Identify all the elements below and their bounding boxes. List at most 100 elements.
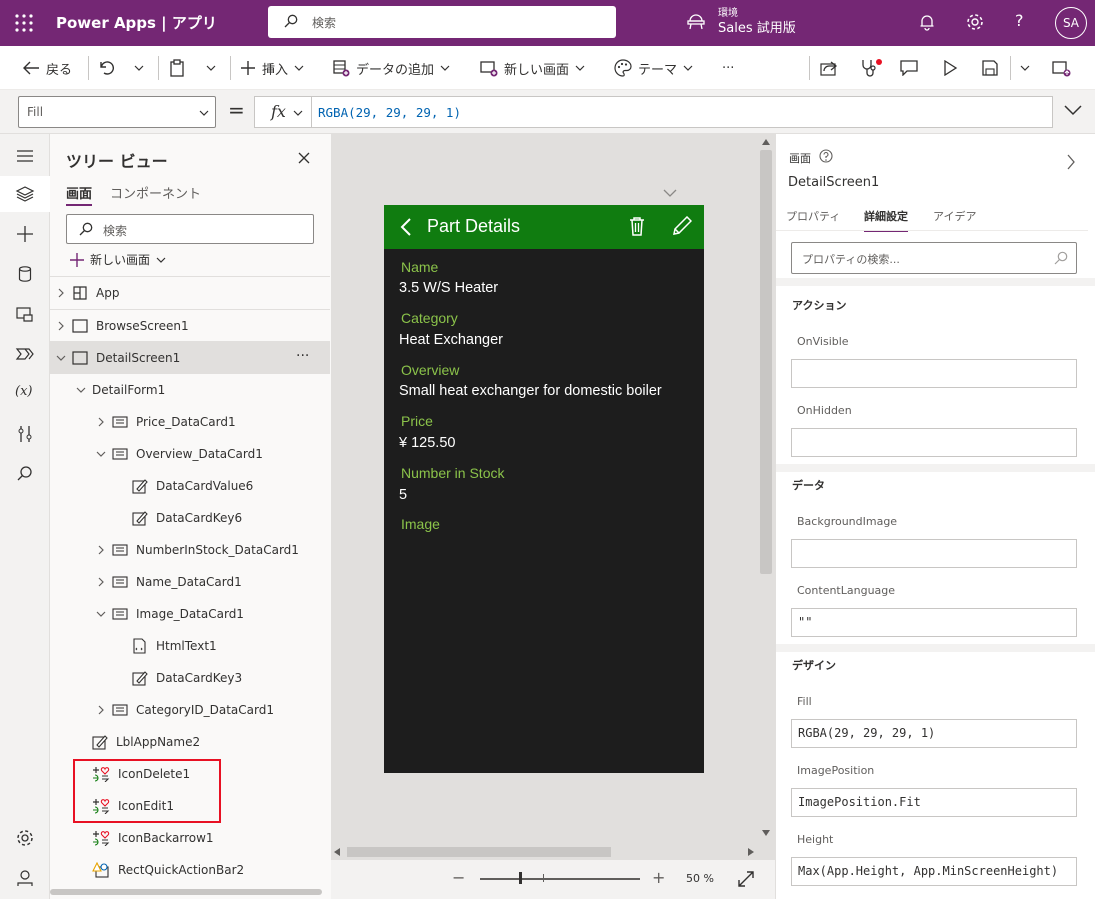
insert-icon[interactable] (15, 224, 35, 244)
tree-item-price-datacard1[interactable]: Price_DataCard1 (50, 406, 330, 438)
insert-button[interactable]: 挿入 (240, 46, 304, 90)
tree-item-datacardkey3[interactable]: DataCardKey3 (50, 662, 330, 694)
zoom-slider-thumb[interactable] (519, 872, 522, 884)
back-arrow-icon[interactable] (400, 217, 412, 237)
variables-icon[interactable]: (x) (15, 384, 35, 404)
tree-horizontal-scrollbar[interactable] (50, 889, 322, 895)
virtual-agent-icon[interactable] (15, 868, 35, 888)
contentlanguage-input[interactable]: "" (791, 608, 1077, 637)
data-icon[interactable] (15, 264, 35, 284)
tab-advanced[interactable]: 詳細設定 (864, 208, 908, 232)
tree-item-browsescreen1[interactable]: BrowseScreen1 (50, 310, 330, 342)
detail-screen-preview[interactable]: Part Details Name 3.5 W/S Heater Categor… (384, 205, 704, 773)
power-automate-icon[interactable] (15, 344, 35, 364)
undo-button[interactable] (98, 46, 116, 90)
notifications-icon[interactable] (918, 13, 936, 31)
more-options-icon[interactable]: ··· (296, 348, 309, 364)
media-icon[interactable] (15, 304, 35, 324)
tree-item-datacardvalue6[interactable]: DataCardValue6 (50, 470, 330, 502)
undo-dropdown[interactable] (134, 46, 144, 90)
close-icon[interactable] (298, 152, 310, 164)
paste-dropdown[interactable] (206, 46, 216, 90)
tab-ideas[interactable]: アイデア (933, 208, 976, 224)
new-screen-link[interactable]: 新しい画面 (70, 251, 166, 268)
app-checker-button[interactable] (860, 46, 882, 90)
publish-button[interactable] (1052, 46, 1072, 90)
tree-item-htmltext1[interactable]: HtmlText1 (50, 630, 330, 662)
tree-item-datacardkey6[interactable]: DataCardKey6 (50, 502, 330, 534)
help-icon[interactable] (819, 149, 833, 163)
tree-item-numberinstock-datacard1[interactable]: NumberInStock_DataCard1 (50, 534, 330, 566)
property-dropdown[interactable]: Fill (18, 96, 216, 128)
zoom-out-button[interactable]: − (452, 868, 465, 887)
backgroundimage-input[interactable] (791, 539, 1077, 568)
tree-item-detailform1[interactable]: DetailForm1 (50, 374, 330, 406)
tree-item-iconbackarrow1[interactable]: IconBackarrow1 (50, 822, 330, 854)
canvas-vertical-scrollbar[interactable] (760, 150, 772, 574)
scroll-up-icon[interactable] (762, 139, 770, 145)
canvas-horizontal-scrollbar[interactable] (347, 847, 611, 857)
tree-item-overview-datacard1[interactable]: Overview_DataCard1 (50, 438, 330, 470)
tree-view-tab[interactable] (0, 176, 50, 212)
back-button[interactable]: 戻る (22, 46, 72, 90)
fill-input[interactable]: RGBA(29, 29, 29, 1) (791, 719, 1077, 748)
html-text-icon (133, 638, 146, 654)
tab-properties[interactable]: プロパティ (786, 208, 840, 224)
zoom-in-button[interactable]: + (652, 868, 665, 887)
app-title[interactable]: Power Apps | アプリ (56, 12, 217, 33)
edit-icon[interactable] (672, 216, 692, 236)
advanced-tools-icon[interactable] (15, 424, 35, 444)
height-input[interactable]: Max(App.Height, App.MinScreenHeight) (791, 857, 1077, 886)
fill-value: RGBA(29, 29, 29, 1) (798, 726, 936, 740)
onvisible-input[interactable] (791, 359, 1077, 388)
zoom-slider[interactable] (480, 878, 640, 880)
tree-item-detailscreen1[interactable]: DetailScreen1 ··· (50, 342, 330, 374)
chevron-down-icon[interactable] (663, 188, 677, 198)
global-search-input[interactable]: 検索 (268, 6, 616, 38)
more-commands-button[interactable]: ··· (722, 46, 734, 90)
tab-screens[interactable]: 画面 (66, 183, 93, 206)
chevron-right-icon (58, 288, 64, 298)
save-button[interactable] (982, 46, 998, 90)
save-dropdown[interactable] (1020, 46, 1030, 90)
field-value-price: ¥ 125.50 (399, 435, 456, 451)
tree-item-app[interactable]: App (50, 277, 330, 309)
search-icon[interactable] (15, 464, 35, 484)
expand-formula-icon[interactable] (1064, 104, 1082, 116)
tree-item-name-datacard1[interactable]: Name_DataCard1 (50, 566, 330, 598)
help-icon[interactable]: ? (1015, 11, 1024, 30)
formula-input[interactable]: RGBA(29, 29, 29, 1) (312, 96, 1053, 128)
tab-components[interactable]: コンポーネント (110, 183, 201, 202)
onhidden-input[interactable] (791, 428, 1077, 457)
tree-item-rectquickactionbar2[interactable]: RectQuickActionBar2 (50, 854, 330, 886)
scroll-down-icon[interactable] (762, 830, 770, 836)
function-button[interactable]: fx (254, 96, 312, 128)
preview-button[interactable] (942, 46, 958, 90)
new-screen-button[interactable]: 新しい画面 (480, 46, 585, 90)
share-button[interactable] (820, 46, 838, 90)
paste-button[interactable] (168, 46, 186, 90)
delete-icon[interactable] (629, 216, 645, 236)
add-data-button[interactable]: データの追加 (332, 46, 450, 90)
theme-button[interactable]: テーマ (614, 46, 693, 90)
environment-name[interactable]: Sales 試用版 (718, 17, 796, 36)
scroll-right-icon[interactable] (748, 848, 754, 856)
app-launcher-icon[interactable] (14, 13, 34, 33)
hamburger-icon[interactable] (15, 146, 35, 166)
fit-to-window-icon[interactable] (738, 871, 754, 887)
environment-icon[interactable] (686, 13, 706, 31)
comments-button[interactable] (900, 46, 918, 90)
tree-item-categoryid-datacard1[interactable]: CategoryID_DataCard1 (50, 694, 330, 726)
imageposition-input[interactable]: ImagePosition.Fit (791, 788, 1077, 817)
tree-item-image-datacard1[interactable]: Image_DataCard1 (50, 598, 330, 630)
user-avatar[interactable]: SA (1055, 7, 1087, 39)
scroll-left-icon[interactable] (334, 848, 340, 856)
tree-search-input[interactable]: 検索 (66, 214, 314, 244)
settings-icon[interactable] (965, 12, 985, 32)
tree-item-lblappname2[interactable]: LblAppName2 (50, 726, 330, 758)
chevron-right-icon[interactable] (1066, 154, 1076, 170)
settings-icon[interactable] (15, 828, 35, 848)
property-search-input[interactable]: プロパティの検索... (791, 242, 1077, 274)
tree-item-label: DetailForm1 (92, 383, 166, 397)
divider (158, 56, 159, 80)
